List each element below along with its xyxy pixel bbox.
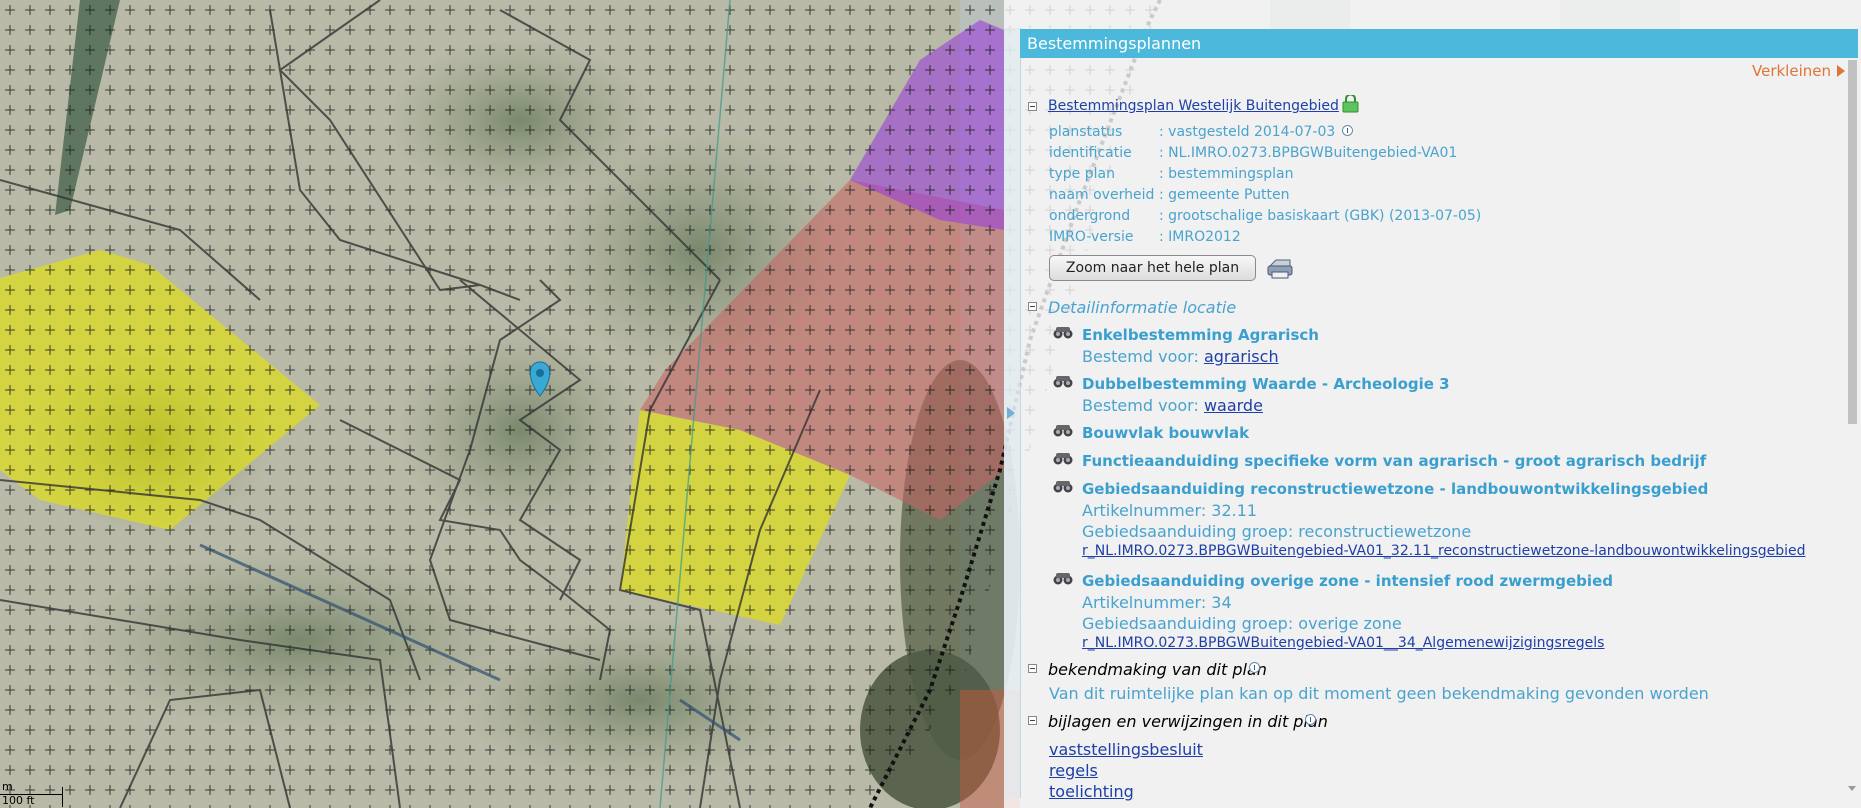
- article-number: Artikelnummer: 32.11: [1082, 501, 1258, 520]
- purpose-prefix: Bestemd voor:: [1082, 396, 1199, 415]
- collapse-attachments-toggle[interactable]: [1028, 716, 1037, 725]
- purpose-prefix: Bestemd voor:: [1082, 347, 1199, 366]
- zone-group: Gebiedsaanduiding groep: reconstructiewe…: [1082, 522, 1472, 541]
- detail-item-purpose: Bestemd voor: agrarisch: [1082, 347, 1279, 366]
- shrink-button[interactable]: Verkleinen: [1752, 62, 1845, 80]
- property-label: type plan: [1049, 166, 1115, 182]
- property-label: identificatie: [1049, 145, 1132, 161]
- detail-item-title[interactable]: Dubbelbestemming Waarde - Archeologie 3: [1082, 375, 1450, 393]
- property-value: : bestemmingsplan: [1159, 166, 1294, 182]
- rule-link[interactable]: r_NL.IMRO.0273.BPBGWBuitengebied-VA01__3…: [1082, 635, 1604, 651]
- binoculars-icon[interactable]: [1052, 373, 1074, 388]
- info-icon[interactable]: [1305, 714, 1316, 725]
- property-value: : grootschalige basiskaart (GBK) (2013-0…: [1159, 208, 1482, 224]
- binoculars-icon[interactable]: [1052, 450, 1074, 465]
- detail-item-title[interactable]: Gebiedsaanduiding overige zone - intensi…: [1082, 572, 1613, 590]
- detail-item-purpose: Bestemd voor: waarde: [1082, 396, 1263, 415]
- property-value: : IMRO2012: [1159, 229, 1241, 245]
- property-value: : NL.IMRO.0273.BPBGWBuitengebied-VA01: [1159, 145, 1458, 161]
- purpose-link[interactable]: agrarisch: [1204, 347, 1279, 366]
- property-label: naam overheid: [1049, 187, 1155, 203]
- panel-title: Bestemmingsplannen: [1020, 29, 1858, 58]
- rule-link[interactable]: r_NL.IMRO.0273.BPBGWBuitengebied-VA01_32…: [1082, 543, 1806, 559]
- detail-heading: Detailinformatie locatie: [1048, 298, 1237, 317]
- info-icon[interactable]: [1249, 662, 1260, 673]
- property-value: : vastgesteld 2014-07-03: [1159, 124, 1336, 140]
- scale-bar: m 100 ft: [0, 780, 64, 807]
- plan-name-link[interactable]: Bestemmingsplan Westelijk Buitengebied: [1048, 98, 1339, 114]
- attachment-link[interactable]: regels: [1049, 761, 1098, 780]
- collapse-announce-toggle[interactable]: [1028, 664, 1037, 673]
- printer-icon[interactable]: [1266, 256, 1294, 280]
- detail-item-title[interactable]: Gebiedsaanduiding reconstructiewetzone -…: [1082, 480, 1708, 498]
- detail-item-title[interactable]: Enkelbestemming Agrarisch: [1082, 326, 1319, 344]
- scale-tick: [62, 787, 63, 807]
- binoculars-icon[interactable]: [1052, 324, 1074, 339]
- shrink-label: Verkleinen: [1752, 62, 1831, 80]
- collapse-plan-toggle[interactable]: [1028, 102, 1037, 111]
- arrow-right-icon: [1836, 65, 1845, 77]
- attachment-link[interactable]: vaststellingsbesluit: [1049, 740, 1203, 759]
- attachments-heading: bijlagen en verwijzingen in dit plan: [1048, 712, 1328, 731]
- property-label: planstatus: [1049, 124, 1123, 140]
- detail-item-title[interactable]: Bouwvlak bouwvlak: [1082, 424, 1249, 442]
- scale-meters-label: m: [2, 780, 13, 793]
- binoculars-icon[interactable]: [1052, 570, 1074, 585]
- binoculars-icon[interactable]: [1052, 478, 1074, 493]
- scroll-down-icon[interactable]: [1848, 786, 1856, 791]
- info-icon[interactable]: [1342, 125, 1353, 136]
- panel-scrollbar[interactable]: [1845, 58, 1860, 803]
- announce-text: Van dit ruimtelijke plan kan op dit mome…: [1049, 684, 1709, 703]
- scrollbar-thumb[interactable]: [1848, 60, 1857, 424]
- attachment-link[interactable]: toelichting: [1049, 782, 1134, 801]
- zone-group: Gebiedsaanduiding groep: overige zone: [1082, 614, 1402, 633]
- property-value: : gemeente Putten: [1159, 187, 1290, 203]
- zoom-to-plan-button[interactable]: Zoom naar het hele plan: [1049, 255, 1256, 281]
- property-label: IMRO-versie: [1049, 229, 1134, 245]
- property-label: ondergrond: [1049, 208, 1131, 224]
- scale-feet-label: 100 ft: [2, 794, 35, 807]
- lock-icon: [1342, 95, 1359, 113]
- purpose-link[interactable]: waarde: [1204, 396, 1263, 415]
- detail-item-title[interactable]: Functieaanduiding specifieke vorm van ag…: [1082, 452, 1706, 470]
- article-number: Artikelnummer: 34: [1082, 593, 1232, 612]
- binoculars-icon[interactable]: [1052, 422, 1074, 437]
- announce-heading: bekendmaking van dit plan: [1048, 660, 1267, 679]
- collapse-arrow-icon[interactable]: [1007, 407, 1015, 419]
- collapse-detail-toggle[interactable]: [1028, 302, 1037, 311]
